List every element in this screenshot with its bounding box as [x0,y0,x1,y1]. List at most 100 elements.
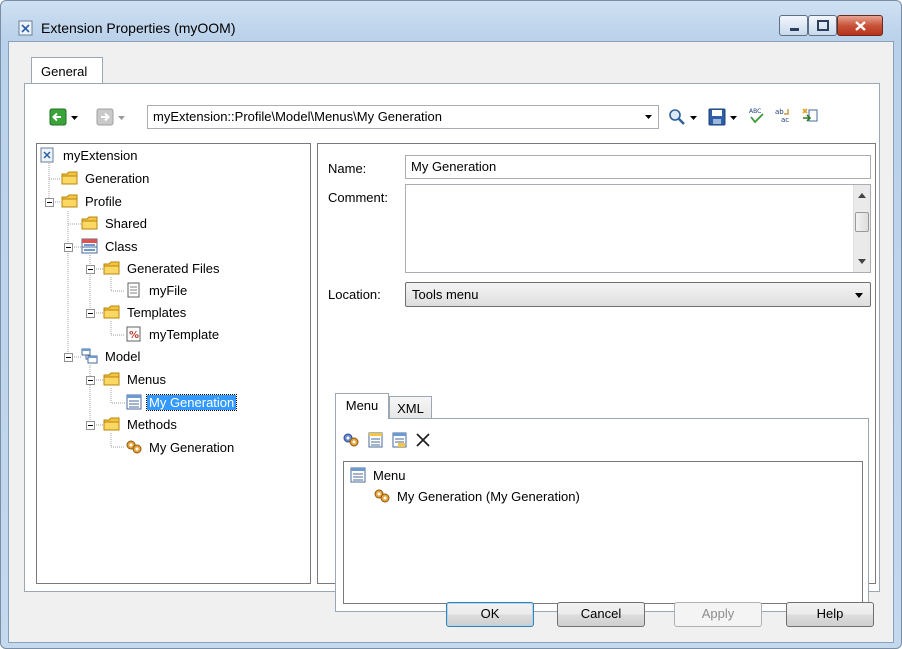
tree-item-label: Shared [105,216,147,231]
save-icon[interactable] [708,108,726,126]
minimize-button[interactable] [779,15,808,36]
folder-icon [103,305,120,319]
svg-text:ac: ac [781,116,789,124]
tree-item-label: My Generation [145,394,238,411]
comment-label: Comment: [328,190,388,205]
tree-collapse-toggle[interactable] [86,421,95,430]
name-input-value: My Generation [411,159,497,174]
menu-tree-item-label: My Generation (My Generation) [397,489,580,504]
apply-button-label: Apply [701,606,735,621]
tree-collapse-toggle[interactable] [64,353,73,362]
tree-item-label: Generated Files [127,261,220,276]
path-combo[interactable]: myExtension::Profile\Model\Menus\My Gene… [147,105,659,129]
tree-item-label: Class [105,239,138,254]
add-menu-icon[interactable] [366,431,384,449]
tree-item-label: Methods [127,417,177,432]
path-combo-value: myExtension::Profile\Model\Menus\My Gene… [153,109,443,124]
tree-collapse-toggle[interactable] [45,198,54,207]
tab-menu-label: Menu [345,398,379,413]
location-select[interactable]: Tools menu [405,282,871,307]
method-icon [374,489,390,503]
svg-text:ABC: ABC [749,108,761,115]
back-icon[interactable] [49,108,67,126]
tree-collapse-toggle[interactable] [86,309,95,318]
maximize-icon [817,20,829,31]
svg-text:ab: ab [775,108,784,116]
add-method-icon[interactable] [342,431,360,449]
tab-menu[interactable]: Menu [335,393,389,419]
ok-button[interactable]: OK [446,602,534,627]
tab-xml-label: XML [397,401,424,416]
menu-tab-page: Menu My Generation (My Generation) [335,418,869,612]
find-icon[interactable] [668,108,686,126]
tree-item-label: Generation [85,171,150,186]
forward-dropdown-icon[interactable] [118,116,125,120]
tree-item-label: myFile [149,283,188,298]
name-input[interactable]: My Generation [405,155,871,179]
tree-item-label: myTemplate [149,327,220,342]
folder-icon [81,216,98,230]
back-dropdown-icon[interactable] [71,116,78,120]
properties-pane: Name: My Generation Comment: Location: T… [317,143,876,612]
forward-icon[interactable] [96,108,114,126]
tree-item-label: Menus [127,372,167,387]
chevron-down-icon[interactable] [645,115,652,119]
maximize-button[interactable] [808,15,837,36]
tab-general-label: General [41,64,88,79]
scroll-down-icon[interactable] [858,259,866,264]
menu-item-tree[interactable]: Menu My Generation (My Generation) [343,461,863,604]
help-button-label: Help [816,606,844,621]
scroll-up-icon[interactable] [858,193,866,198]
tree-item-label: Model [105,349,141,364]
folder-icon [61,171,78,185]
template-icon: % [126,326,141,342]
comment-textarea[interactable] [405,184,871,273]
name-label: Name: [328,161,367,176]
chevron-down-icon[interactable] [855,293,863,298]
svg-text:%: % [129,330,139,341]
tree-collapse-toggle[interactable] [86,376,95,385]
tree-item-label: Profile [85,194,122,209]
class-icon [81,238,98,254]
tree-item-label: Templates [127,305,187,320]
close-icon [855,21,866,31]
tab-xml[interactable]: XML [389,396,432,419]
spell-check-icon[interactable]: ABC [748,106,766,124]
menu-icon [350,467,366,483]
window-title: Extension Properties (myOOM) [41,20,236,36]
folder-icon [103,417,120,431]
model-icon [81,348,98,364]
extension-icon [40,147,54,163]
cancel-button-label: Cancel [580,606,622,621]
tree-item-label: My Generation [149,440,235,455]
save-dropdown-icon[interactable] [730,116,737,120]
tree-collapse-toggle[interactable] [86,265,95,274]
dialog-client: General myExtension::Profile\Model\Menus… [8,41,894,643]
comment-scrollbar[interactable] [853,185,870,272]
folder-icon [61,194,78,208]
title-bar[interactable]: Extension Properties (myOOM) [1,1,901,41]
method-icon [126,440,142,454]
extension-tree[interactable]: myExtension Generation Profile Shared Cl… [36,143,311,584]
ok-button-label: OK [480,606,500,621]
find-dropdown-icon[interactable] [690,116,697,120]
tree-collapse-toggle[interactable] [64,243,73,252]
cancel-button[interactable]: Cancel [557,602,645,627]
location-label: Location: [328,287,381,302]
menu-icon [126,394,142,410]
folder-icon [103,372,120,386]
add-submenu-icon[interactable] [390,431,408,449]
export-icon[interactable] [801,106,819,124]
close-button[interactable] [837,15,883,36]
apply-button[interactable]: Apply [674,602,762,627]
general-page: myExtension::Profile\Model\Menus\My Gene… [24,83,880,612]
folder-icon [103,261,120,275]
help-button[interactable]: Help [786,602,874,627]
extension-icon [18,20,33,36]
delete-icon[interactable] [414,431,432,449]
tree-item-label: myExtension [63,148,138,163]
rename-icon[interactable]: ab ac [774,106,792,124]
tab-general[interactable]: General [31,57,103,84]
minimize-icon [790,28,799,31]
scrollbar-thumb[interactable] [855,212,869,232]
